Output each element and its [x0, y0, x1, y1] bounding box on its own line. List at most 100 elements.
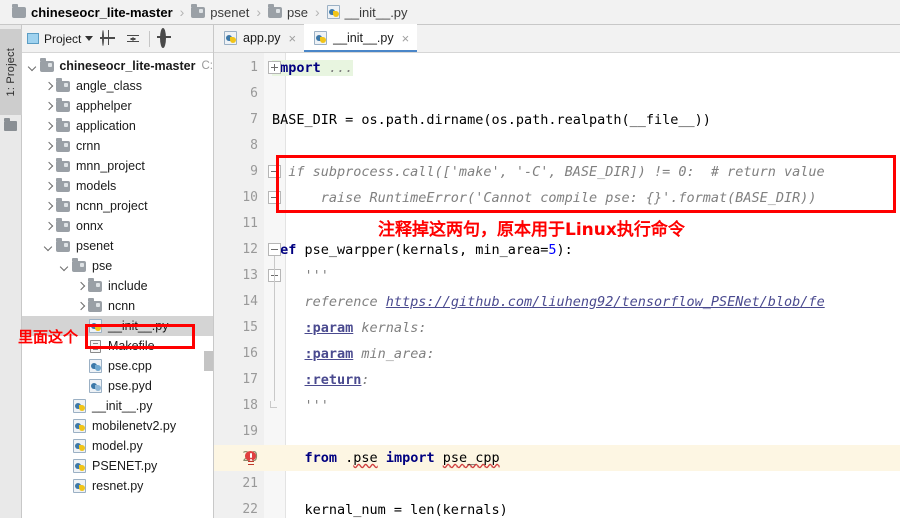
editor-tab-init-py[interactable]: __init__.py ×: [304, 24, 418, 52]
breadcrumb-item-file[interactable]: __init__.py: [325, 5, 410, 20]
tree-item-resnet-py[interactable]: resnet.py: [22, 476, 213, 496]
tree-item-models[interactable]: models: [22, 176, 213, 196]
line-number: 12: [242, 242, 258, 257]
tree-item-pse-cpp[interactable]: pse.cpp: [22, 356, 213, 376]
code-content[interactable]: 1 import ... 6 7 BASE_DIR = os.path.dirname(…: [214, 53, 900, 518]
tree-item-icon: [71, 257, 87, 272]
chevron-right-icon[interactable]: [42, 100, 55, 113]
project-panel-title: Project: [44, 31, 82, 46]
chevron-right-icon[interactable]: [42, 200, 55, 213]
gear-icon[interactable]: [158, 27, 174, 48]
code-line[interactable]: 10 # raise RuntimeError('Cannot compile p…: [214, 185, 900, 211]
project-tree-scrollbar[interactable]: [204, 351, 213, 371]
chevron-right-icon[interactable]: [42, 120, 55, 133]
chevron-right-icon[interactable]: [74, 300, 87, 313]
chevron-right-icon[interactable]: [42, 220, 55, 233]
chevron-down-icon[interactable]: [58, 260, 71, 273]
fold-collapse-icon[interactable]: [268, 243, 281, 256]
tree-item-mobilenetv2-py[interactable]: mobilenetv2.py: [22, 416, 213, 436]
tree-item-pse-pyd[interactable]: pse.pyd: [22, 376, 213, 396]
code-line[interactable]: 17 :return:: [214, 367, 900, 393]
code-line[interactable]: 20 from .pse import pse_cpp: [214, 445, 900, 471]
target-icon[interactable]: [101, 29, 117, 47]
chevron-down-icon[interactable]: [42, 240, 55, 253]
project-view-selector[interactable]: Project: [27, 31, 94, 46]
close-icon[interactable]: ×: [402, 32, 410, 45]
code-line[interactable]: 9 # if subprocess.call(['make', '-C', BAS…: [214, 159, 900, 185]
error-bulb-icon[interactable]: [244, 451, 257, 465]
chevron-right-icon[interactable]: [42, 180, 55, 193]
tree-item-label: onnx: [76, 219, 104, 233]
folder-icon: [56, 157, 70, 172]
minimize-icon[interactable]: [182, 31, 198, 47]
tree-item-onnx[interactable]: onnx: [22, 216, 213, 236]
tree-item-application[interactable]: application: [22, 116, 213, 136]
editor-tab-app-py[interactable]: app.py ×: [214, 24, 304, 52]
fold-collapse-icon[interactable]: [268, 191, 281, 204]
tree-item-ncnn[interactable]: ncnn: [22, 296, 213, 316]
code-line[interactable]: 12 def pse_warpper(kernals, min_area=5):: [214, 237, 900, 263]
tree-item-psenet-py[interactable]: PSENET.py: [22, 456, 213, 476]
close-icon[interactable]: ×: [289, 32, 297, 45]
tree-item-angle-class[interactable]: angle_class: [22, 76, 213, 96]
tree-item-psenet[interactable]: psenet: [22, 236, 213, 256]
breadcrumb-item-pse[interactable]: pse: [266, 3, 310, 20]
folder-icon: [56, 117, 70, 132]
code-text: import ...: [272, 60, 354, 76]
code-line[interactable]: 1 import ...: [214, 55, 900, 81]
chevron-down-icon[interactable]: [26, 60, 39, 73]
python-file-icon: [72, 479, 86, 493]
tree-item-include[interactable]: include: [22, 276, 213, 296]
chevron-right-icon[interactable]: [74, 280, 87, 293]
tree-item-model-py[interactable]: model.py: [22, 436, 213, 456]
tree-item-pse[interactable]: pse: [22, 256, 213, 276]
code-editor[interactable]: 1 import ... 6 7 BASE_DIR = os.path.dirname(…: [214, 53, 900, 518]
tree-item-label: pse.cpp: [108, 359, 152, 373]
line-number: 21: [242, 476, 258, 491]
fold-collapse-icon[interactable]: [268, 165, 281, 178]
code-line[interactable]: 13 ''': [214, 263, 900, 289]
tree-item--init-py[interactable]: __init__.py: [22, 396, 213, 416]
code-line[interactable]: 21: [214, 471, 900, 497]
breadcrumb-item-root[interactable]: chineseocr_lite-master: [10, 3, 175, 20]
tree-item-icon: [55, 157, 71, 172]
tree-item-icon: [55, 97, 71, 112]
tree-item-crnn[interactable]: crnn: [22, 136, 213, 156]
code-line[interactable]: 8: [214, 133, 900, 159]
tool-window-tab-project[interactable]: 1: Project: [0, 29, 22, 115]
code-line[interactable]: 6: [214, 81, 900, 107]
breadcrumb-item-label: __init__.py: [344, 4, 408, 20]
tree-item-mnn-project[interactable]: mnn_project: [22, 156, 213, 176]
tree-item-chineseocr-lite-master[interactable]: chineseocr_lite-master C:: [22, 56, 213, 76]
line-number: 1: [250, 60, 258, 75]
chevron-right-icon[interactable]: [42, 140, 55, 153]
breadcrumb-item-label: psenet: [210, 4, 250, 20]
breadcrumb-item-psenet[interactable]: psenet: [189, 3, 251, 20]
tree-item-icon: [71, 419, 87, 433]
code-line[interactable]: 19: [214, 419, 900, 445]
tree-item-label: chineseocr_lite-master: [59, 59, 196, 73]
tree-item-label: Makefile: [108, 339, 155, 353]
fold-expand-icon[interactable]: [268, 61, 281, 74]
tree-item-icon: [71, 459, 87, 473]
tree-item-icon: [87, 297, 103, 312]
code-line[interactable]: 14 reference https://github.com/liuheng9…: [214, 289, 900, 315]
code-line[interactable]: 15 :param kernals:: [214, 315, 900, 341]
code-line[interactable]: 16 :param min_area:: [214, 341, 900, 367]
code-line[interactable]: 18 ''': [214, 393, 900, 419]
line-number: 7: [250, 112, 258, 127]
code-line[interactable]: 22 kernal_num = len(kernals): [214, 497, 900, 518]
python-file-icon: [72, 439, 86, 453]
folder-icon: [56, 77, 70, 92]
line-number: 16: [242, 346, 258, 361]
tree-item-apphelper[interactable]: apphelper: [22, 96, 213, 116]
collapse-all-icon[interactable]: [125, 31, 141, 47]
chevron-right-icon[interactable]: [42, 80, 55, 93]
tree-item-ncnn-project[interactable]: ncnn_project: [22, 196, 213, 216]
code-line[interactable]: 7 BASE_DIR = os.path.dirname(os.path.real…: [214, 107, 900, 133]
tree-item-label: angle_class: [76, 79, 143, 93]
folder-icon: [56, 97, 70, 112]
chevron-right-icon[interactable]: [42, 160, 55, 173]
